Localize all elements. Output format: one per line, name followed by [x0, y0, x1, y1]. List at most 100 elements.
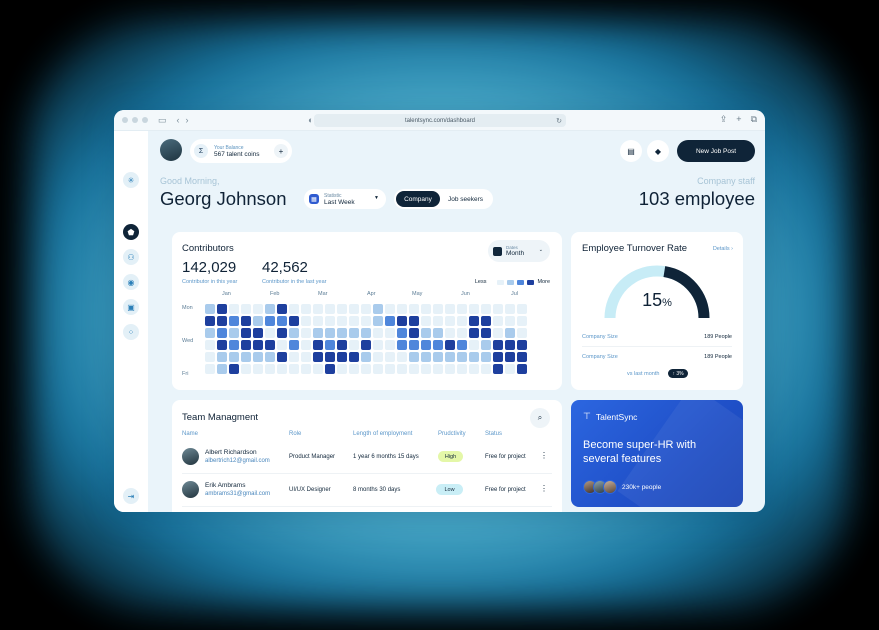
more-options-icon[interactable]: ⋮	[540, 484, 548, 493]
heatmap-cell	[325, 304, 335, 314]
month-label: May	[412, 291, 423, 297]
forward-icon[interactable]: ›	[186, 115, 189, 125]
legend-swatch	[497, 279, 505, 285]
heatmap-cell	[397, 304, 407, 314]
heatmap-cell	[385, 340, 395, 350]
heatmap-cell	[361, 340, 371, 350]
caret-down-icon: ▼	[374, 195, 379, 201]
logout-icon[interactable]: ⇥	[123, 488, 139, 504]
search-icon[interactable]: ⌕	[530, 408, 550, 428]
legend-less: Less	[474, 279, 487, 285]
heatmap-cell	[469, 328, 479, 338]
heatmap-cell	[445, 364, 455, 374]
back-icon[interactable]: ‹	[177, 115, 180, 125]
briefcase-icon[interactable]: ▤	[620, 140, 642, 162]
home-icon[interactable]: ⬟	[123, 224, 139, 240]
heatmap-cell	[349, 340, 359, 350]
tabs-overview-icon[interactable]: ⧉	[751, 114, 757, 125]
minimize-dot[interactable]	[132, 117, 138, 123]
heatmap-cell	[373, 328, 383, 338]
heatmap-cell	[241, 352, 251, 362]
new-job-post-button[interactable]: New Job Post	[677, 140, 755, 162]
heatmap-cell	[253, 304, 263, 314]
statistic-select[interactable]: ▦ Statistic Last Week ▼	[304, 189, 386, 209]
heatmap-cell	[265, 328, 275, 338]
promo-card[interactable]: ⊤ TalentSync Become super-HR with severa…	[571, 400, 743, 507]
heatmap-cell	[289, 364, 299, 374]
heatmap-cell	[337, 352, 347, 362]
heatmap-cell	[409, 316, 419, 326]
heatmap-cell	[229, 304, 239, 314]
weekday-label: Wed	[182, 338, 194, 344]
member-email[interactable]: ambrams31@gmail.com	[205, 491, 270, 497]
window-controls[interactable]	[122, 117, 148, 123]
heatmap-cell	[217, 352, 227, 362]
maximize-dot[interactable]	[142, 117, 148, 123]
user-avatar[interactable]	[160, 139, 182, 161]
greeting: Good Morning,	[160, 176, 220, 186]
heatmap-cell	[505, 316, 515, 326]
heatmap-cell	[325, 340, 335, 350]
table-row[interactable]: Albert Richardson albertrich12@gmail.com…	[172, 441, 562, 473]
heatmap-cell	[385, 328, 395, 338]
heatmap-cell	[469, 340, 479, 350]
heatmap-cell	[469, 304, 479, 314]
tab-job-seekers[interactable]: Job seekers	[440, 191, 491, 207]
tab-company[interactable]: Company	[396, 191, 440, 207]
people-icon[interactable]: ⚇	[123, 249, 139, 265]
heatmap-cell	[301, 328, 311, 338]
heatmap-cell	[517, 340, 527, 350]
heatmap-cell	[325, 352, 335, 362]
privacy-shield-icon[interactable]: ◐	[308, 115, 313, 125]
divider	[582, 346, 732, 347]
team-management-card: Team Managment ⌕ Name Role Length of emp…	[172, 400, 562, 512]
add-coins-icon[interactable]: +	[274, 144, 288, 158]
weekday-label: Mon	[182, 305, 193, 311]
heatmap-legend: Less More	[475, 279, 550, 285]
heatmap-cell	[421, 316, 431, 326]
company-size-value: 189 People	[704, 334, 732, 340]
heatmap-cell	[253, 340, 263, 350]
heatmap-cell	[301, 352, 311, 362]
table-row[interactable]: Erik Ambrams ambrams31@gmail.com UI/UX D…	[172, 474, 562, 506]
heatmap-cell	[421, 340, 431, 350]
heatmap-cell	[325, 364, 335, 374]
details-link[interactable]: Details ›	[713, 246, 733, 252]
heatmap-cell	[517, 352, 527, 362]
bell-icon[interactable]: ◆	[647, 140, 669, 162]
statistic-value: Last Week	[324, 198, 355, 206]
contributors-this-year-label: Contributor in this year	[182, 279, 238, 285]
address-bar[interactable]: talentsync.com/dashboard ↻	[314, 114, 566, 127]
share-icon[interactable]: ⇪	[720, 114, 728, 125]
chat-icon[interactable]: ◉	[123, 274, 139, 290]
apps-grid-icon[interactable]: ⁘	[123, 324, 139, 340]
calendar-icon	[493, 246, 502, 256]
heatmap-cell	[409, 364, 419, 374]
new-tab-icon[interactable]: +	[736, 114, 741, 125]
close-dot[interactable]	[122, 117, 128, 123]
heatmap-cell	[493, 316, 503, 326]
heatmap-cell	[469, 316, 479, 326]
heatmap-cell	[421, 328, 431, 338]
heatmap-cell	[373, 304, 383, 314]
sidebar-toggle-icon[interactable]: ▭	[158, 115, 167, 126]
heatmap-cell	[241, 340, 251, 350]
reload-icon[interactable]: ↻	[556, 117, 562, 125]
more-options-icon[interactable]: ⋮	[540, 451, 548, 460]
heatmap-cell	[337, 364, 347, 374]
heatmap-cell	[205, 352, 215, 362]
dates-select[interactable]: Dates Month ⌄	[488, 240, 550, 262]
productivity-badge: High	[438, 451, 463, 462]
calendar-icon[interactable]: ▣	[123, 299, 139, 315]
member-email[interactable]: albertrich12@gmail.com	[205, 458, 270, 464]
caret-down-icon: ⌄	[538, 247, 543, 253]
heatmap-cell	[505, 328, 515, 338]
heatmap-cell	[205, 340, 215, 350]
heatmap-cell	[505, 340, 515, 350]
legend-swatch	[507, 279, 515, 285]
member-length: 1 year 6 months 15 days	[353, 454, 419, 460]
heatmap-cell	[205, 364, 215, 374]
logo-icon[interactable]: ✳	[123, 172, 139, 188]
balance-widget[interactable]: Σ Your Balance 567 talent coins +	[190, 139, 292, 163]
heatmap-cell	[361, 316, 371, 326]
